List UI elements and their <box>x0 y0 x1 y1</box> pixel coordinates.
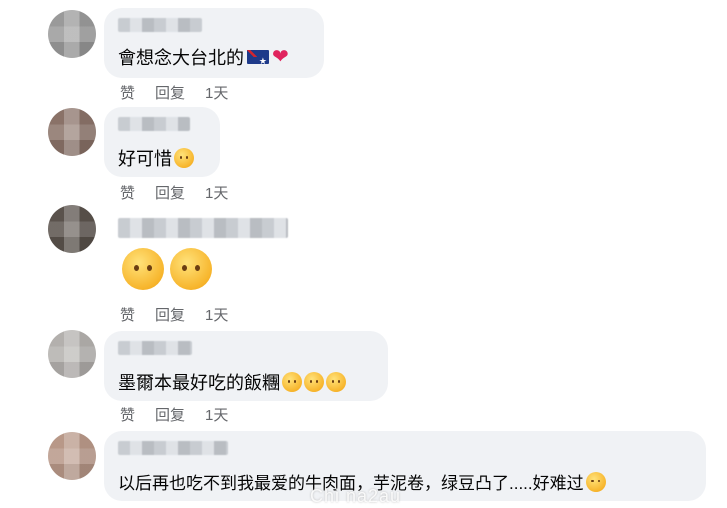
commenter-name-blurred[interactable] <box>118 117 190 131</box>
comment-actions: 赞 回复 1天 <box>120 304 228 325</box>
comment-actions: 赞 回复 1天 <box>120 182 228 203</box>
reply-button[interactable]: 回复 <box>155 304 185 325</box>
comment-bubble: 會想念大台北的 ❤ <box>104 8 324 78</box>
commenter-name-blurred[interactable] <box>118 218 288 238</box>
commenter-name-blurred[interactable] <box>118 18 202 32</box>
comment-text-line <box>120 248 216 290</box>
loudly-crying-face-emoji <box>282 372 302 392</box>
comment-text: 會想念大台北的 <box>118 48 244 68</box>
avatar[interactable] <box>48 108 96 156</box>
comment-text-line: 會想念大台北的 ❤ <box>118 44 289 70</box>
comment-bubble: 墨爾本最好吃的飯糰 <box>104 331 388 401</box>
reply-button[interactable]: 回复 <box>155 182 185 203</box>
timestamp[interactable]: 1天 <box>205 82 228 103</box>
avatar[interactable] <box>48 205 96 253</box>
commenter-name-blurred[interactable] <box>118 441 228 455</box>
timestamp[interactable]: 1天 <box>205 182 228 203</box>
tired-face-emoji <box>585 471 606 492</box>
like-button[interactable]: 赞 <box>120 82 135 103</box>
watermark: Chi na2au <box>310 486 402 506</box>
comment-text-line: 好可惜 <box>118 145 194 171</box>
comment-text: 墨爾本最好吃的飯糰 <box>118 373 280 393</box>
avatar[interactable] <box>48 432 96 480</box>
reply-button[interactable]: 回复 <box>155 82 185 103</box>
crying-face-emoji <box>122 248 164 290</box>
crying-face-emoji <box>170 248 212 290</box>
sad-relieved-face-emoji <box>304 372 324 392</box>
australia-flag-emoji <box>247 50 269 67</box>
comment-text-line: 墨爾本最好吃的飯糰 <box>118 369 346 395</box>
like-button[interactable]: 赞 <box>120 182 135 203</box>
worried-face-emoji <box>326 372 346 392</box>
pensive-face-emoji <box>174 148 194 168</box>
timestamp[interactable]: 1天 <box>205 404 228 425</box>
like-button[interactable]: 赞 <box>120 304 135 325</box>
comment-actions: 赞 回复 1天 <box>120 404 228 425</box>
avatar[interactable] <box>48 330 96 378</box>
comment-bubble: 以后再也吃不到我最爱的牛肉面，芋泥卷，绿豆凸了.....好难过 <box>104 431 706 501</box>
red-heart-emoji: ❤ <box>272 46 289 68</box>
comment-actions: 赞 回复 1天 <box>120 82 228 103</box>
reply-button[interactable]: 回复 <box>155 404 185 425</box>
commenter-name-blurred[interactable] <box>118 341 192 355</box>
like-button[interactable]: 赞 <box>120 404 135 425</box>
avatar[interactable] <box>48 10 96 58</box>
comment-text: 好可惜 <box>118 149 172 169</box>
comment-bubble: 好可惜 <box>104 107 220 177</box>
timestamp[interactable]: 1天 <box>205 304 228 325</box>
